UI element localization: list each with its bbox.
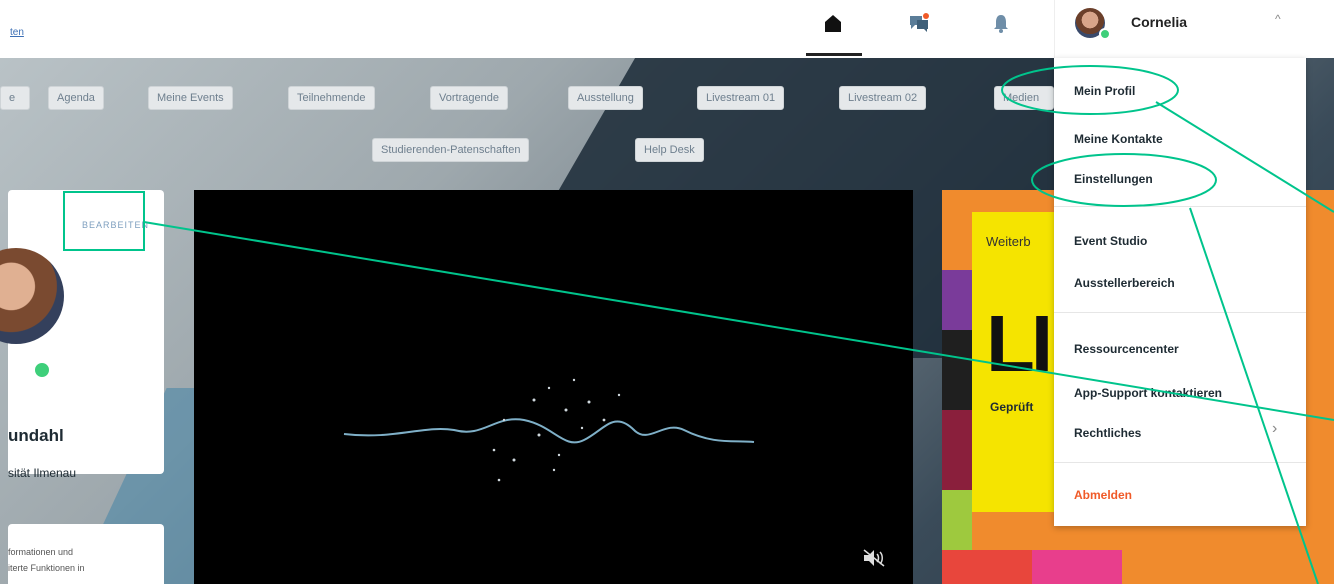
chevron-up-icon[interactable]: ^ <box>1275 12 1281 26</box>
promo-line-2: Geprüft <box>990 400 1034 414</box>
video-player[interactable] <box>194 190 913 584</box>
menu-divider <box>1054 312 1306 313</box>
tab-agenda[interactable]: Agenda <box>48 86 104 110</box>
home-active-indicator <box>806 53 862 56</box>
promo-block-maroon <box>942 410 972 490</box>
menu-item-mein-profil[interactable]: Mein Profil <box>1074 84 1135 98</box>
tab-help-desk[interactable]: Help Desk <box>635 138 704 162</box>
menu-item-ausstellerbereich[interactable]: Ausstellerbereich <box>1074 276 1175 290</box>
tab-studierenden-patenschaften[interactable]: Studierenden-Patenschaften <box>372 138 530 162</box>
chevron-right-icon[interactable]: › <box>1272 420 1277 438</box>
menu-item-einstellungen[interactable]: Einstellungen <box>1074 172 1153 186</box>
user-name: Cornelia <box>1131 14 1188 30</box>
promo-line-1: Weiterb <box>986 234 1031 249</box>
home-icon[interactable] <box>822 12 844 34</box>
info-text: formationen und iterte Funktionen in <box>8 547 85 573</box>
menu-divider <box>1054 462 1306 463</box>
promo-block-dark <box>942 330 972 410</box>
menu-item-abmelden[interactable]: Abmelden <box>1074 488 1132 502</box>
tab-meine-events[interactable]: Meine Events <box>148 86 233 110</box>
promo-block-purple <box>942 270 972 330</box>
profile-online-dot <box>32 360 52 380</box>
promo-block-pink <box>1032 550 1122 584</box>
menu-item-meine-kontakte[interactable]: Meine Kontakte <box>1074 132 1163 146</box>
tab-ausstellung[interactable]: Ausstellung <box>568 86 643 110</box>
menu-item-rechtliches[interactable]: Rechtliches <box>1074 426 1141 440</box>
promo-block-red <box>942 550 1032 584</box>
profile-name: undahl <box>8 426 64 445</box>
profile-organization: sität Ilmenau <box>8 466 77 480</box>
top-link[interactable]: ten <box>10 27 24 38</box>
video-frame-visual <box>343 378 755 482</box>
bell-icon[interactable] <box>990 12 1012 34</box>
tab-livestream-02[interactable]: Livestream 02 <box>839 86 927 110</box>
info-card: formationen und iterte Funktionen in <box>8 524 164 584</box>
edit-profile-link[interactable]: BEARBEITEN <box>82 220 149 230</box>
mute-icon[interactable] <box>862 548 886 568</box>
tab-home[interactable]: e <box>0 86 30 110</box>
menu-divider <box>1054 206 1306 207</box>
promo-big-text: LI <box>986 299 1053 388</box>
profile-photo <box>0 248 64 344</box>
menu-item-event-studio[interactable]: Event Studio <box>1074 234 1147 248</box>
user-dropdown-menu: Mein Profil Meine Kontakte Einstellungen… <box>1054 58 1306 526</box>
tab-teilnehmende[interactable]: Teilnehmende <box>288 86 375 110</box>
online-status-dot <box>1099 28 1111 40</box>
user-menu-toggle[interactable]: Cornelia ^ <box>1054 0 1306 58</box>
profile-card: BEARBEITEN undahl sität Ilmenau <box>0 190 164 480</box>
menu-item-app-support[interactable]: App-Support kontaktieren <box>1074 386 1222 400</box>
top-bar: ten Cornelia ^ <box>0 0 1334 58</box>
tab-vortragende[interactable]: Vortragende <box>430 86 508 110</box>
menu-item-ressourcencenter[interactable]: Ressourcencenter <box>1074 342 1179 356</box>
tab-livestream-01[interactable]: Livestream 01 <box>697 86 785 110</box>
chat-icon[interactable] <box>908 12 930 34</box>
tab-medien[interactable]: Medien <box>994 86 1054 110</box>
